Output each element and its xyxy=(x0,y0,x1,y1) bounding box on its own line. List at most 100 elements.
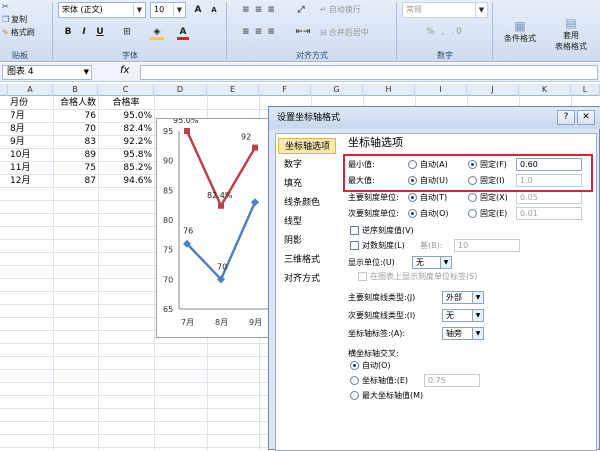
major-fixed-radio[interactable] xyxy=(468,193,477,202)
insert-function-icon[interactable]: fx xyxy=(120,65,129,76)
nav-number[interactable]: 数字 xyxy=(278,157,336,173)
table-cell[interactable]: 85.2% xyxy=(98,162,154,174)
nav-3d-format[interactable]: 三维格式 xyxy=(278,252,336,268)
header-month[interactable]: 月份 xyxy=(8,97,53,109)
table-cell[interactable]: 10月 xyxy=(8,149,53,161)
log-base-input[interactable]: 10 xyxy=(454,239,520,252)
column-header-i[interactable]: I xyxy=(415,84,467,96)
column-header-j[interactable]: J xyxy=(467,84,519,96)
conditional-format-button[interactable]: ▦ 条件格式 xyxy=(498,4,542,44)
table-cell[interactable]: 95.0% xyxy=(98,110,154,122)
table-cell[interactable]: 8月 xyxy=(8,123,53,135)
nav-shadow[interactable]: 阴影 xyxy=(278,233,336,249)
close-button[interactable]: ✕ xyxy=(577,110,595,125)
dialog-title-bar[interactable]: 设置坐标轴格式 xyxy=(269,107,600,129)
copy-button[interactable]: ❐ 复制 xyxy=(2,14,27,25)
table-cell[interactable]: 83 xyxy=(53,136,98,148)
column-header-b[interactable]: B xyxy=(53,84,98,96)
nav-line-style[interactable]: 线型 xyxy=(278,214,336,230)
axis-label-position-select[interactable]: 轴旁 ▼ xyxy=(442,327,484,340)
shrink-font-button[interactable]: A xyxy=(206,2,222,18)
display-unit-value: 无 xyxy=(416,258,424,267)
cross-value-radio[interactable] xyxy=(350,376,359,385)
table-cell[interactable]: 70 xyxy=(53,123,98,135)
format-as-table-button[interactable]: ▤ 套用 表格格式 xyxy=(548,4,594,52)
table-cell[interactable]: 87 xyxy=(53,175,98,187)
major-unit-input[interactable]: 0.05 xyxy=(516,191,582,204)
minor-auto-radio[interactable] xyxy=(408,209,417,218)
cut-button[interactable]: ✂ xyxy=(2,2,9,11)
number-format-select[interactable]: 常规 ▼ xyxy=(402,2,488,18)
minor-fixed-radio[interactable] xyxy=(468,209,477,218)
column-header-e[interactable]: E xyxy=(207,84,259,96)
minor-unit-input[interactable]: 0.01 xyxy=(516,207,582,220)
log-scale-checkbox[interactable] xyxy=(350,241,359,250)
name-box[interactable]: 图表 4 ▼ xyxy=(2,65,92,80)
table-cell[interactable]: 9月 xyxy=(8,136,53,148)
table-cell[interactable]: 7月 xyxy=(8,110,53,122)
column-header-a[interactable]: A xyxy=(8,84,53,96)
cross-value-input[interactable]: 0.75 xyxy=(424,374,480,387)
underline-button[interactable]: U xyxy=(92,24,108,40)
nav-alignment[interactable]: 对齐方式 xyxy=(278,271,336,287)
table-cell[interactable]: 89 xyxy=(53,149,98,161)
grow-font-button[interactable]: A xyxy=(190,2,206,18)
cross-max-radio[interactable] xyxy=(350,391,359,400)
wrap-text-button[interactable]: ↵ 自动换行 xyxy=(320,4,361,15)
indent-buttons[interactable]: ⇤⇥ xyxy=(290,24,316,40)
number-format-buttons[interactable]: % , .0 xyxy=(402,24,488,40)
italic-button[interactable]: I xyxy=(76,24,92,40)
orientation-button[interactable]: ⤢ xyxy=(290,2,312,18)
number-format-value: 常规 xyxy=(406,5,422,14)
column-header-l[interactable]: L xyxy=(571,84,600,96)
vertical-align-buttons[interactable]: ≡ ≡ ≡ xyxy=(232,2,286,18)
chevron-down-icon: ▼ xyxy=(83,68,89,76)
table-cell[interactable]: 94.6% xyxy=(98,175,154,187)
major-auto-radio[interactable] xyxy=(408,193,417,202)
font-color-button[interactable]: A xyxy=(172,24,194,40)
x-tick-label: 7月 xyxy=(181,318,194,327)
nav-line-color[interactable]: 线条颜色 xyxy=(278,195,336,211)
help-button[interactable]: ? xyxy=(557,110,575,125)
column-header-g[interactable]: G xyxy=(311,84,363,96)
column-gridline xyxy=(154,96,155,450)
font-color-icon: A xyxy=(177,27,189,40)
table-cell[interactable]: 75 xyxy=(53,162,98,174)
minor-tick-type-select[interactable]: 无 ▼ xyxy=(442,309,484,322)
fixed-text: 固定 xyxy=(480,209,496,218)
select-all-corner[interactable] xyxy=(0,84,8,96)
table-cell[interactable]: 82.4% xyxy=(98,123,154,135)
header-pass-count[interactable]: 合格人数 xyxy=(53,97,98,109)
header-pass-rate[interactable]: 合格率 xyxy=(98,97,154,109)
table-cell[interactable]: 12月 xyxy=(8,175,53,187)
category-list: 坐标轴选项 数字 填充 线条颜色 线型 阴影 三维格式 对齐方式 xyxy=(278,138,338,438)
reverse-order-checkbox[interactable] xyxy=(350,226,359,235)
column-header-c[interactable]: C xyxy=(98,84,154,96)
format-painter-button[interactable]: ✎ 格式刷 xyxy=(2,27,35,38)
table-cell[interactable]: 95.8% xyxy=(98,149,154,161)
border-button[interactable]: ⊞ xyxy=(114,24,140,40)
merge-center-button[interactable]: ⊟ 合并后居中 xyxy=(320,27,369,38)
nav-fill[interactable]: 填充 xyxy=(278,176,336,192)
column-header-d[interactable]: D xyxy=(154,84,207,96)
horizontal-align-buttons[interactable]: ≡ ≡ ≡ xyxy=(232,24,286,40)
chevron-down-icon: ▼ xyxy=(472,292,483,303)
chevron-down-icon: ▼ xyxy=(475,3,487,17)
column-header-h[interactable]: H xyxy=(363,84,415,96)
bold-button[interactable]: B xyxy=(60,24,76,40)
nav-axis-options[interactable]: 坐标轴选项 xyxy=(278,138,336,154)
column-header-k[interactable]: K xyxy=(519,84,571,96)
cross-auto-radio[interactable] xyxy=(350,361,359,370)
column-header-f[interactable]: F xyxy=(259,84,311,96)
fill-color-button[interactable]: ◈ xyxy=(146,24,168,40)
show-unit-label-checkbox[interactable] xyxy=(358,272,367,281)
font-name-select[interactable]: 宋体 (正文) ▼ xyxy=(58,2,146,18)
table-cell[interactable]: 11月 xyxy=(8,162,53,174)
x-tick-label: 9月 xyxy=(249,318,262,327)
major-tick-type-select[interactable]: 外部 ▼ xyxy=(442,291,484,304)
formula-input[interactable] xyxy=(140,65,598,80)
table-cell[interactable]: 92.2% xyxy=(98,136,154,148)
display-unit-select[interactable]: 无 ▼ xyxy=(412,256,452,269)
table-cell[interactable]: 76 xyxy=(53,110,98,122)
font-size-select[interactable]: 10 ▼ xyxy=(150,2,186,18)
